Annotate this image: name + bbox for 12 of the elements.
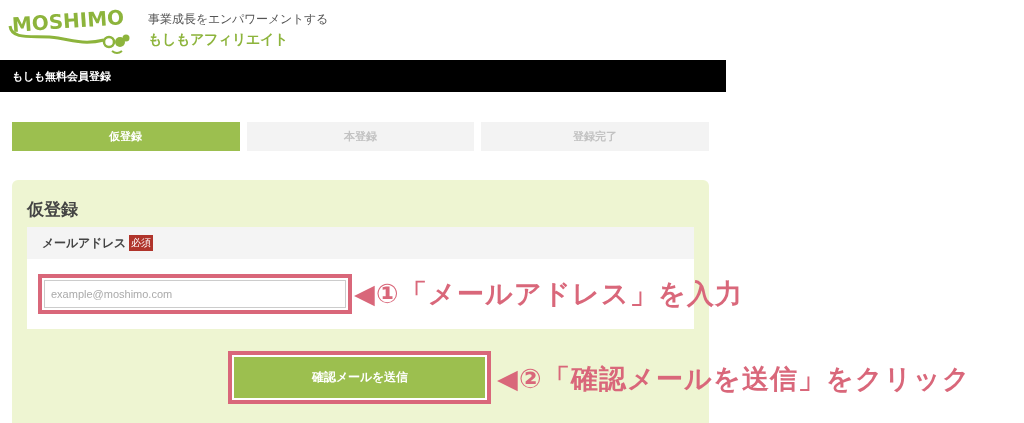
email-input-field[interactable]: example@moshimo.com: [38, 274, 352, 314]
required-badge: 必須: [129, 235, 153, 251]
annotation-text: ◀①「メールアドレス」を入力: [354, 277, 743, 311]
form-heading: 仮登録: [27, 198, 79, 220]
brand-name: もしもアフィリエイト: [148, 30, 289, 49]
send-confirmation-button[interactable]: 確認メールを送信: [228, 351, 491, 404]
logo-drawing: MOSHIMO: [8, 4, 130, 56]
tagline: 事業成長をエンパワーメントする: [148, 11, 328, 27]
page-title: もしも無料会員登録: [12, 68, 111, 84]
step-tab[interactable]: 仮登録: [12, 122, 240, 151]
field-label: メールアドレス: [42, 234, 126, 252]
annotation-text: ◀②「確認メールを送信」をクリック: [497, 362, 971, 396]
